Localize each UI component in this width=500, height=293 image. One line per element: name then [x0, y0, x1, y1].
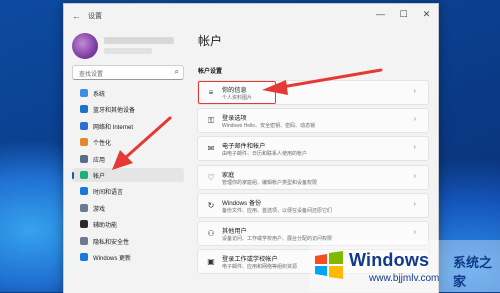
sidebar-item[interactable]: 系统: [72, 86, 184, 100]
profile-email-redacted: [104, 48, 152, 54]
globe-clock-icon: [80, 187, 88, 196]
person-icon: [80, 170, 88, 179]
windows-logo-icon: [315, 251, 343, 279]
sidebar-item-label: 帐户: [93, 173, 106, 180]
update-icon: [80, 252, 88, 261]
card-title: 登录工作或学校帐户: [222, 256, 278, 264]
settings-card[interactable]: ↻ Windows 备份 备份文件、应用、首选项，以便在设备间还原它们 ›: [197, 192, 429, 218]
chevron-right-icon: ›: [413, 116, 416, 124]
minimize-button[interactable]: —: [369, 4, 392, 24]
settings-card[interactable]: ✉ 电子邮件和帐户 由电子邮件、日历和联系人使用的帐户 ›: [197, 136, 429, 162]
watermark-url: www.bjjmlv.com: [369, 273, 440, 284]
sidebar: 查找设置 ⌕ 系统蓝牙和其他设备 网络和 Internet 个性化应用帐户时间和语言…: [64, 28, 188, 293]
sidebar-nav: 系统蓝牙和其他设备 网络和 Internet 个性化应用帐户时间和语言游戏辅助功能隐…: [72, 86, 184, 266]
other-users-icon: ⚇: [207, 228, 215, 238]
site-watermark: Windows 系统之家 www.bjjmlv.com: [309, 240, 500, 292]
sidebar-item-label: Windows 更新: [93, 255, 132, 262]
card-subtitle: Windows Hello、安全密钥、密码、动态锁: [222, 123, 316, 130]
card-subtitle: 电子邮件、应用和网络等组织资源: [222, 264, 298, 271]
watermark-site-name: 系统之家: [453, 255, 493, 289]
sidebar-item-label: 个性化: [93, 141, 112, 148]
settings-card[interactable]: ♡ 家庭 管理你的家庭组、编辑帐户类型和设备权限 ›: [197, 164, 429, 190]
card-title: 电子邮件和帐户: [222, 143, 266, 151]
brush-icon: [80, 138, 88, 147]
shield-icon: [80, 236, 88, 245]
search-icon: ⌕: [174, 67, 179, 76]
chevron-right-icon: ›: [413, 88, 416, 95]
sidebar-item-label: 游戏: [93, 206, 106, 213]
annotation-highlight-box: [198, 81, 276, 104]
sidebar-item[interactable]: 辅助功能: [72, 217, 184, 231]
backup-icon: ↻: [207, 200, 215, 210]
sidebar-item[interactable]: 个性化: [72, 135, 184, 149]
gamepad-icon: [80, 203, 88, 212]
mail-icon: ✉: [207, 144, 215, 154]
card-title: 登录选项: [222, 115, 247, 123]
sidebar-item-label: 时间和语言: [93, 190, 124, 197]
sidebar-item[interactable]: 应用: [72, 152, 184, 166]
card-subtitle: 由电子邮件、日历和联系人使用的帐户: [222, 151, 308, 158]
card-title: Windows 备份: [222, 199, 262, 207]
sidebar-item[interactable]: 蓝牙和其他设备: [72, 102, 184, 116]
sidebar-item[interactable]: 时间和语言: [72, 184, 184, 198]
sidebar-item[interactable]: 帐户: [72, 167, 184, 182]
back-icon[interactable]: ←: [72, 11, 81, 21]
accessibility-icon: [80, 220, 88, 229]
sidebar-item-label: 蓝牙和其他设备: [93, 108, 136, 115]
close-button[interactable]: ✕: [415, 4, 438, 24]
settings-card[interactable]: ≡ 你的信息 个人资料图片 ›: [197, 80, 429, 105]
chevron-right-icon: ›: [413, 172, 416, 180]
chevron-right-icon: ›: [413, 144, 416, 152]
settings-card[interactable]: ⚿ 登录选项 Windows Hello、安全密钥、密码、动态锁 ›: [197, 108, 429, 134]
wifi-icon: [80, 121, 88, 130]
search-input[interactable]: 查找设置: [79, 69, 103, 78]
card-title: 家庭: [222, 171, 235, 179]
section-label: 帐户设置: [198, 69, 223, 75]
bluetooth-icon: [80, 105, 88, 114]
briefcase-icon: ▣: [207, 257, 215, 267]
chevron-right-icon: ›: [413, 200, 416, 208]
sidebar-item-label: 辅助功能: [93, 223, 118, 230]
card-subtitle: 备份文件、应用、首选项，以便在设备间还原它们: [222, 207, 333, 214]
sidebar-item[interactable]: 游戏: [72, 201, 184, 215]
sidebar-item[interactable]: 网络和 Internet: [72, 119, 184, 133]
app-title: 设置: [88, 13, 102, 20]
sidebar-item[interactable]: Windows 更新: [72, 250, 184, 264]
avatar: [72, 33, 98, 59]
sidebar-item[interactable]: 隐私和安全性: [72, 234, 184, 248]
profile-name-redacted: [104, 37, 174, 44]
chevron-right-icon: ›: [413, 228, 416, 236]
window-controls: — ☐ ✕: [369, 4, 438, 24]
watermark-brand: Windows: [349, 250, 430, 270]
family-heart-icon: ♡: [207, 172, 215, 182]
search-box[interactable]: 查找设置 ⌕: [72, 65, 184, 80]
card-title: 其他用户: [222, 227, 247, 235]
card-subtitle: 管理你的家庭组、编辑帐户类型和设备权限: [222, 179, 318, 186]
title-bar: ← 设置 — ☐ ✕: [64, 4, 438, 28]
sidebar-item-label: 系统: [93, 92, 106, 98]
apps-icon: [80, 154, 88, 163]
maximize-button[interactable]: ☐: [392, 4, 415, 24]
user-profile[interactable]: [72, 33, 182, 61]
sidebar-item-label: 网络和 Internet: [93, 124, 134, 131]
page-title: 帐户: [198, 34, 223, 48]
sidebar-item-label: 隐私和安全性: [93, 239, 130, 246]
key-icon: ⚿: [207, 116, 215, 126]
monitor-icon: [80, 89, 88, 97]
sidebar-item-label: 应用: [93, 157, 106, 164]
